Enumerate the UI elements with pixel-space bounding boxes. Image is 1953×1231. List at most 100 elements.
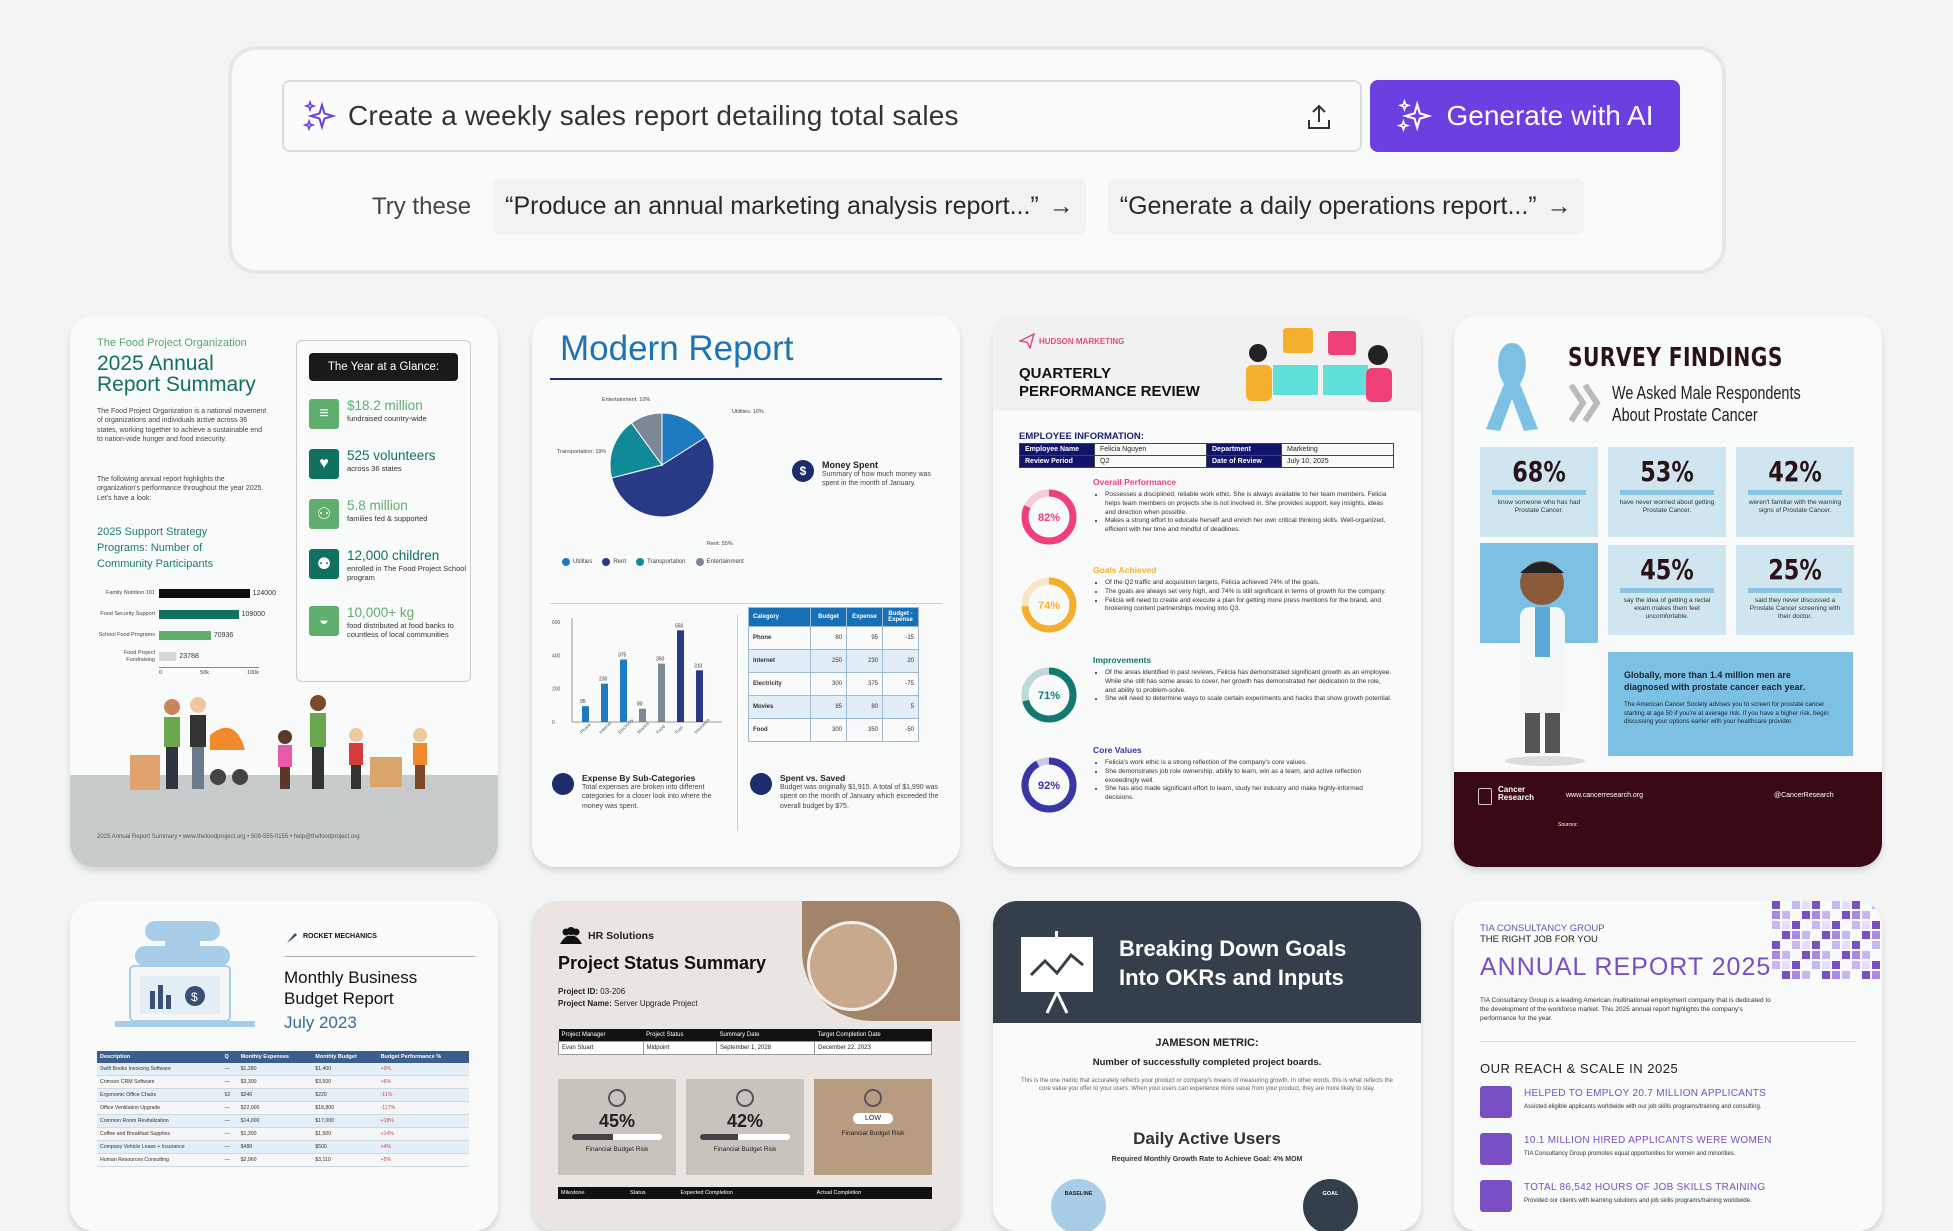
prompt-input[interactable]: Create a weekly sales report detailing t… xyxy=(282,80,1362,152)
table-header: Project Status xyxy=(643,1029,717,1042)
hand-coin-icon xyxy=(750,773,772,795)
bar xyxy=(159,631,211,640)
table-row: Food 300 350 -50 xyxy=(748,718,919,742)
brand-name: HR Solutions xyxy=(588,930,654,942)
card-title: Project Status Summary xyxy=(558,953,767,973)
progress-ring: 71% xyxy=(1021,667,1077,723)
template-card-okr[interactable]: Breaking Down Goals Into OKRs and Inputs … xyxy=(993,901,1421,1231)
stat-percent: 25% xyxy=(1768,553,1822,586)
stat-sub: enrolled in The Food Project School prog… xyxy=(347,563,467,583)
bar-label: School Food Programs xyxy=(98,632,155,639)
table-row: Office Ventilation Upgrade — $22,000 $18,80… xyxy=(97,1101,469,1115)
y-tick: 200 xyxy=(552,687,561,693)
template-card-project-status[interactable]: HR Solutions Project Status Summary Proj… xyxy=(532,901,960,1231)
progress-label: 71% xyxy=(1038,690,1060,702)
table-cell: -50 xyxy=(882,718,919,742)
table-cell: $1,300 xyxy=(237,1127,313,1141)
bar xyxy=(601,683,608,722)
x-tick: 0 xyxy=(159,670,163,676)
section-title: Core Values xyxy=(1093,745,1142,755)
stat-icon: ⚉ xyxy=(309,549,339,579)
bar xyxy=(696,670,703,722)
table-cell: +9% xyxy=(377,1063,469,1076)
pie-legend: Utilities Rent Transportation Entertainment xyxy=(562,558,744,566)
project-table: Project Manager Project Status Summary Dat… xyxy=(558,1029,932,1055)
table-cell: 230 xyxy=(846,649,883,673)
table-cell: Felicia Nguyen xyxy=(1094,443,1207,456)
table-header: Summary Date xyxy=(716,1029,815,1042)
bar-value: 70936 xyxy=(213,632,234,639)
stat-bar xyxy=(1748,588,1842,593)
section-title: Goals Achieved xyxy=(1093,565,1157,575)
table-row: Crimson CRM Software — $3,300 $3,500 +6% xyxy=(97,1075,469,1089)
prompt-text: Create a weekly sales report detailing t… xyxy=(348,100,959,131)
table-header: Milestone xyxy=(558,1187,628,1199)
item-desc: Assisted eligible applicants worldwide w… xyxy=(1524,1104,1762,1110)
description: TIA Consultancy Group is a leading Ameri… xyxy=(1480,997,1771,1023)
risk-icon xyxy=(864,1089,882,1107)
stat-value: 10,000+ kg xyxy=(347,605,415,620)
stat-percent: 68% xyxy=(1512,455,1566,488)
website[interactable]: www.cancerresearch.org xyxy=(1566,792,1643,799)
stat-box: 68% know someone who has had Prostate Can… xyxy=(1480,447,1598,537)
progress-ring: 92% xyxy=(1021,757,1077,813)
table-cell: Crimson CRM Software xyxy=(97,1075,222,1089)
table-cell: Internet xyxy=(748,649,811,673)
dollar-icon: $ xyxy=(792,460,814,482)
metric-desc: This is the one metric that accurately r… xyxy=(1021,1078,1393,1093)
risk-box: 42% Financial Budget Risk xyxy=(686,1079,804,1175)
table-cell: $240 xyxy=(237,1088,313,1102)
table-header: Expense xyxy=(846,607,883,627)
glance-title: The Year at a Glance: xyxy=(309,353,458,381)
stat-item: ⚉ 12,000 children enrolled in The Food Pro… xyxy=(309,548,467,583)
table-cell: Employee Name xyxy=(1019,443,1095,456)
org-name: The Food Project Organization xyxy=(97,337,247,349)
table-cell: $1,280 xyxy=(237,1063,313,1076)
baseline-badge: BASELINE xyxy=(1051,1179,1106,1231)
table-cell: Common Room Revitalization xyxy=(97,1114,222,1128)
template-card-survey-findings[interactable]: SURVEY FINDINGS We Asked Male Respondent… xyxy=(1454,315,1882,867)
suggestion-chip[interactable]: “Generate a daily operations report...” → xyxy=(1107,178,1584,235)
table-header: Target Completion Date xyxy=(814,1029,932,1042)
template-card-quarterly-review[interactable]: HUDSON MARKETING QUARTERLY PERFORMANCE RE… xyxy=(993,315,1421,867)
divider xyxy=(550,378,942,380)
stat-box: 25% said they never discussed a Prostate … xyxy=(1736,545,1854,635)
table-cell: $220 xyxy=(312,1088,378,1102)
legend-item: Rent xyxy=(602,558,626,566)
table-cell: $2,960 xyxy=(237,1153,313,1167)
generate-with-ai-button[interactable]: Generate with AI xyxy=(1370,80,1680,152)
bar xyxy=(159,652,177,661)
table-cell: -117% xyxy=(377,1101,469,1115)
table-cell: +4% xyxy=(377,1140,469,1154)
table-cell: Q2 xyxy=(1094,455,1207,468)
bar-row: Food Project Fundraising 23788 xyxy=(97,646,276,667)
bullet: She has also made significant effort to … xyxy=(1105,785,1393,803)
bullet: She will need to determine ways to scale… xyxy=(1105,695,1393,704)
employee-table: Employee Name Felicia Nguyen Department Mar… xyxy=(1019,443,1394,468)
risk-box: LOW Financial Budget Risk xyxy=(814,1079,932,1175)
template-card-annual-report[interactable]: TIA CONSULTANCY GROUP THE RIGHT JOB FOR … xyxy=(1454,901,1882,1231)
legend-item: Utilities xyxy=(562,558,592,566)
bullet: The goals are always set very high, and … xyxy=(1105,588,1393,597)
table-cell: 350 xyxy=(846,718,883,742)
x-tick: Movies xyxy=(636,721,650,735)
section-title: OUR REACH & SCALE IN 2025 xyxy=(1480,1061,1679,1076)
pixel-pattern xyxy=(1772,901,1882,981)
bar-value: 550 xyxy=(675,623,684,629)
social-handle[interactable]: @CancerResearch xyxy=(1774,792,1834,799)
fact-title: Globally, more than 1.4 million men are … xyxy=(1624,670,1806,692)
suggestion-chip[interactable]: “Produce an annual marketing analysis re… xyxy=(493,178,1086,235)
template-card-budget-report[interactable]: $ ROCKET MECHANICS Monthly Business Budge… xyxy=(70,901,498,1231)
risk-label: Financial Budget Risk xyxy=(585,1146,649,1153)
table-row: Human Resources Consulting — $2,960 $3,110 +… xyxy=(97,1153,469,1167)
table-cell: — xyxy=(221,1153,238,1167)
progress-label: 74% xyxy=(1038,600,1060,612)
table-cell: 80 xyxy=(810,626,847,650)
table-cell: -75 xyxy=(882,672,919,696)
template-card-modern-report[interactable]: Modern Report Utilities: 16% Rent: 55% Tra… xyxy=(532,315,960,867)
upload-icon[interactable] xyxy=(1304,102,1334,132)
bar-chart: Family Nutrition 101 124000 Food Security … xyxy=(97,583,276,676)
bullet: Makes a strong effort to educate herself… xyxy=(1105,517,1393,535)
template-card-food-project[interactable]: The Food Project Organization 2025 Annua… xyxy=(70,315,498,867)
chart-title: 2025 Support Strategy Programs: Number o… xyxy=(97,526,214,570)
